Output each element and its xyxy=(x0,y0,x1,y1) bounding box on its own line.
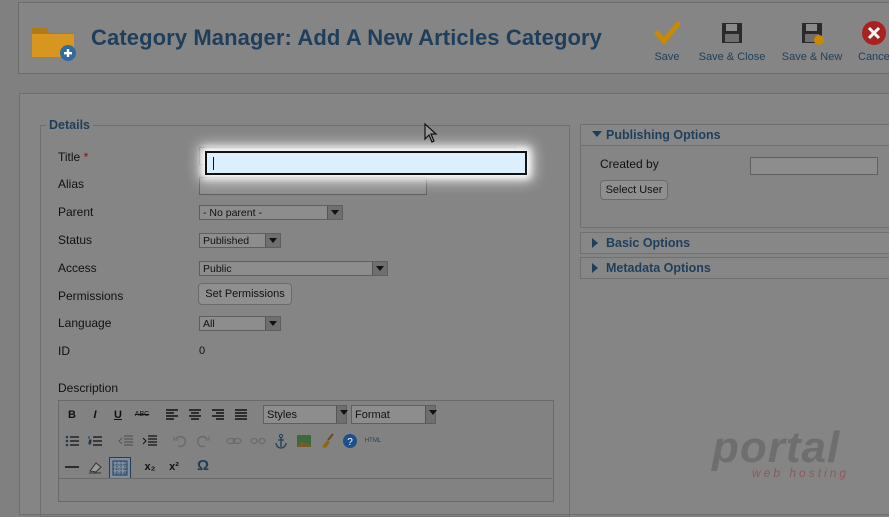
alias-field-label: Alias xyxy=(58,177,85,191)
horizontal-rule-icon[interactable] xyxy=(64,459,80,475)
cancel-label: Cancel xyxy=(858,51,889,63)
cancel-icon xyxy=(861,20,887,46)
chevron-down-icon xyxy=(327,206,342,219)
save-new-button[interactable]: Save & New xyxy=(780,20,844,63)
publishing-options-title: Publishing Options xyxy=(606,128,721,142)
undo-icon[interactable] xyxy=(172,433,188,449)
anchor-icon[interactable] xyxy=(273,433,289,449)
remove-format-icon[interactable] xyxy=(87,459,103,475)
format-select[interactable]: Format xyxy=(351,405,437,424)
styles-select-value: Styles xyxy=(267,409,297,421)
save-label: Save xyxy=(654,51,680,63)
italic-button[interactable]: I xyxy=(87,407,103,423)
status-select[interactable]: Published xyxy=(199,233,281,248)
superscript-button[interactable]: x² xyxy=(165,459,183,475)
chevron-down-icon xyxy=(265,317,280,330)
publishing-options-header[interactable]: Publishing Options xyxy=(580,124,889,146)
category-folder-icon xyxy=(30,20,78,62)
title-field-label: Title * xyxy=(58,150,89,164)
subscript-button[interactable]: x₂ xyxy=(141,459,159,475)
status-select-value: Published xyxy=(203,235,250,247)
language-field-label: Language xyxy=(58,316,112,330)
access-field-label: Access xyxy=(58,261,97,275)
mouse-pointer-icon xyxy=(424,122,438,143)
cancel-button[interactable]: Cancel xyxy=(858,20,889,63)
save-button[interactable]: Save xyxy=(650,20,684,63)
caret-down-icon xyxy=(592,131,602,137)
bullet-list-icon[interactable] xyxy=(64,433,80,449)
html-source-button[interactable]: HTML xyxy=(362,433,384,449)
language-select-value: All xyxy=(203,318,215,330)
parent-select[interactable]: - No parent - xyxy=(199,205,343,220)
image-icon[interactable] xyxy=(296,433,312,449)
caret-right-icon xyxy=(592,263,598,273)
unlink-icon[interactable] xyxy=(250,433,266,449)
required-marker: * xyxy=(83,150,89,164)
chevron-down-icon xyxy=(336,406,348,423)
redo-icon[interactable] xyxy=(195,433,211,449)
access-select-value: Public xyxy=(203,263,232,275)
align-center-icon[interactable] xyxy=(187,407,203,423)
language-select[interactable]: All xyxy=(199,316,281,331)
parent-select-value: - No parent - xyxy=(203,207,262,219)
access-select[interactable]: Public xyxy=(199,261,388,276)
chevron-down-icon xyxy=(265,234,280,247)
align-justify-icon[interactable] xyxy=(233,407,249,423)
basic-options-title: Basic Options xyxy=(606,236,691,250)
metadata-options-header[interactable]: Metadata Options xyxy=(580,257,889,279)
svg-text:?: ? xyxy=(347,437,353,448)
description-field-label: Description xyxy=(58,381,119,395)
id-field-label: ID xyxy=(58,344,70,358)
link-icon[interactable] xyxy=(226,433,242,449)
title-input[interactable] xyxy=(205,151,527,175)
created-by-label: Created by xyxy=(600,157,659,171)
help-icon[interactable]: ? xyxy=(342,433,358,449)
floppy-disk-icon xyxy=(719,20,745,46)
check-icon xyxy=(654,20,681,46)
floppy-disk-plus-icon xyxy=(799,20,825,46)
special-characters-button[interactable]: Ω xyxy=(195,458,211,474)
strikethrough-button[interactable]: ABC xyxy=(132,407,152,423)
alias-input[interactable] xyxy=(199,177,427,195)
id-value: 0 xyxy=(199,345,206,357)
select-user-button[interactable]: Select User xyxy=(600,180,668,200)
metadata-options-title: Metadata Options xyxy=(606,261,711,275)
page-title: Category Manager: Add A New Articles Cat… xyxy=(91,25,603,50)
bold-button[interactable]: B xyxy=(64,407,80,423)
format-select-value: Format xyxy=(355,409,390,421)
details-legend: Details xyxy=(46,118,93,132)
permissions-field-label: Permissions xyxy=(58,289,124,303)
cleanup-icon[interactable] xyxy=(319,433,335,449)
basic-options-header[interactable]: Basic Options xyxy=(580,232,889,254)
styles-select[interactable]: Styles xyxy=(263,405,348,424)
chevron-down-icon xyxy=(425,406,437,423)
watermark-logo: portal web hosting xyxy=(712,423,850,481)
chevron-down-icon xyxy=(372,262,387,275)
align-right-icon[interactable] xyxy=(210,407,226,423)
align-left-icon[interactable] xyxy=(164,407,180,423)
created-by-input[interactable] xyxy=(750,157,878,175)
save-new-label: Save & New xyxy=(781,51,843,63)
indent-icon[interactable] xyxy=(142,433,158,449)
visual-aid-icon[interactable] xyxy=(109,457,131,479)
set-permissions-button[interactable]: Set Permissions xyxy=(198,283,292,305)
underline-button[interactable]: U xyxy=(110,407,126,423)
caret-right-icon xyxy=(592,238,598,248)
save-close-label: Save & Close xyxy=(698,51,766,63)
text-caret xyxy=(213,157,214,170)
editor-toolbar-separator xyxy=(58,478,552,479)
parent-field-label: Parent xyxy=(58,205,94,219)
outdent-icon[interactable] xyxy=(118,433,134,449)
save-close-button[interactable]: Save & Close xyxy=(698,20,766,63)
numbered-list-icon[interactable] xyxy=(87,433,103,449)
status-field-label: Status xyxy=(58,233,93,247)
